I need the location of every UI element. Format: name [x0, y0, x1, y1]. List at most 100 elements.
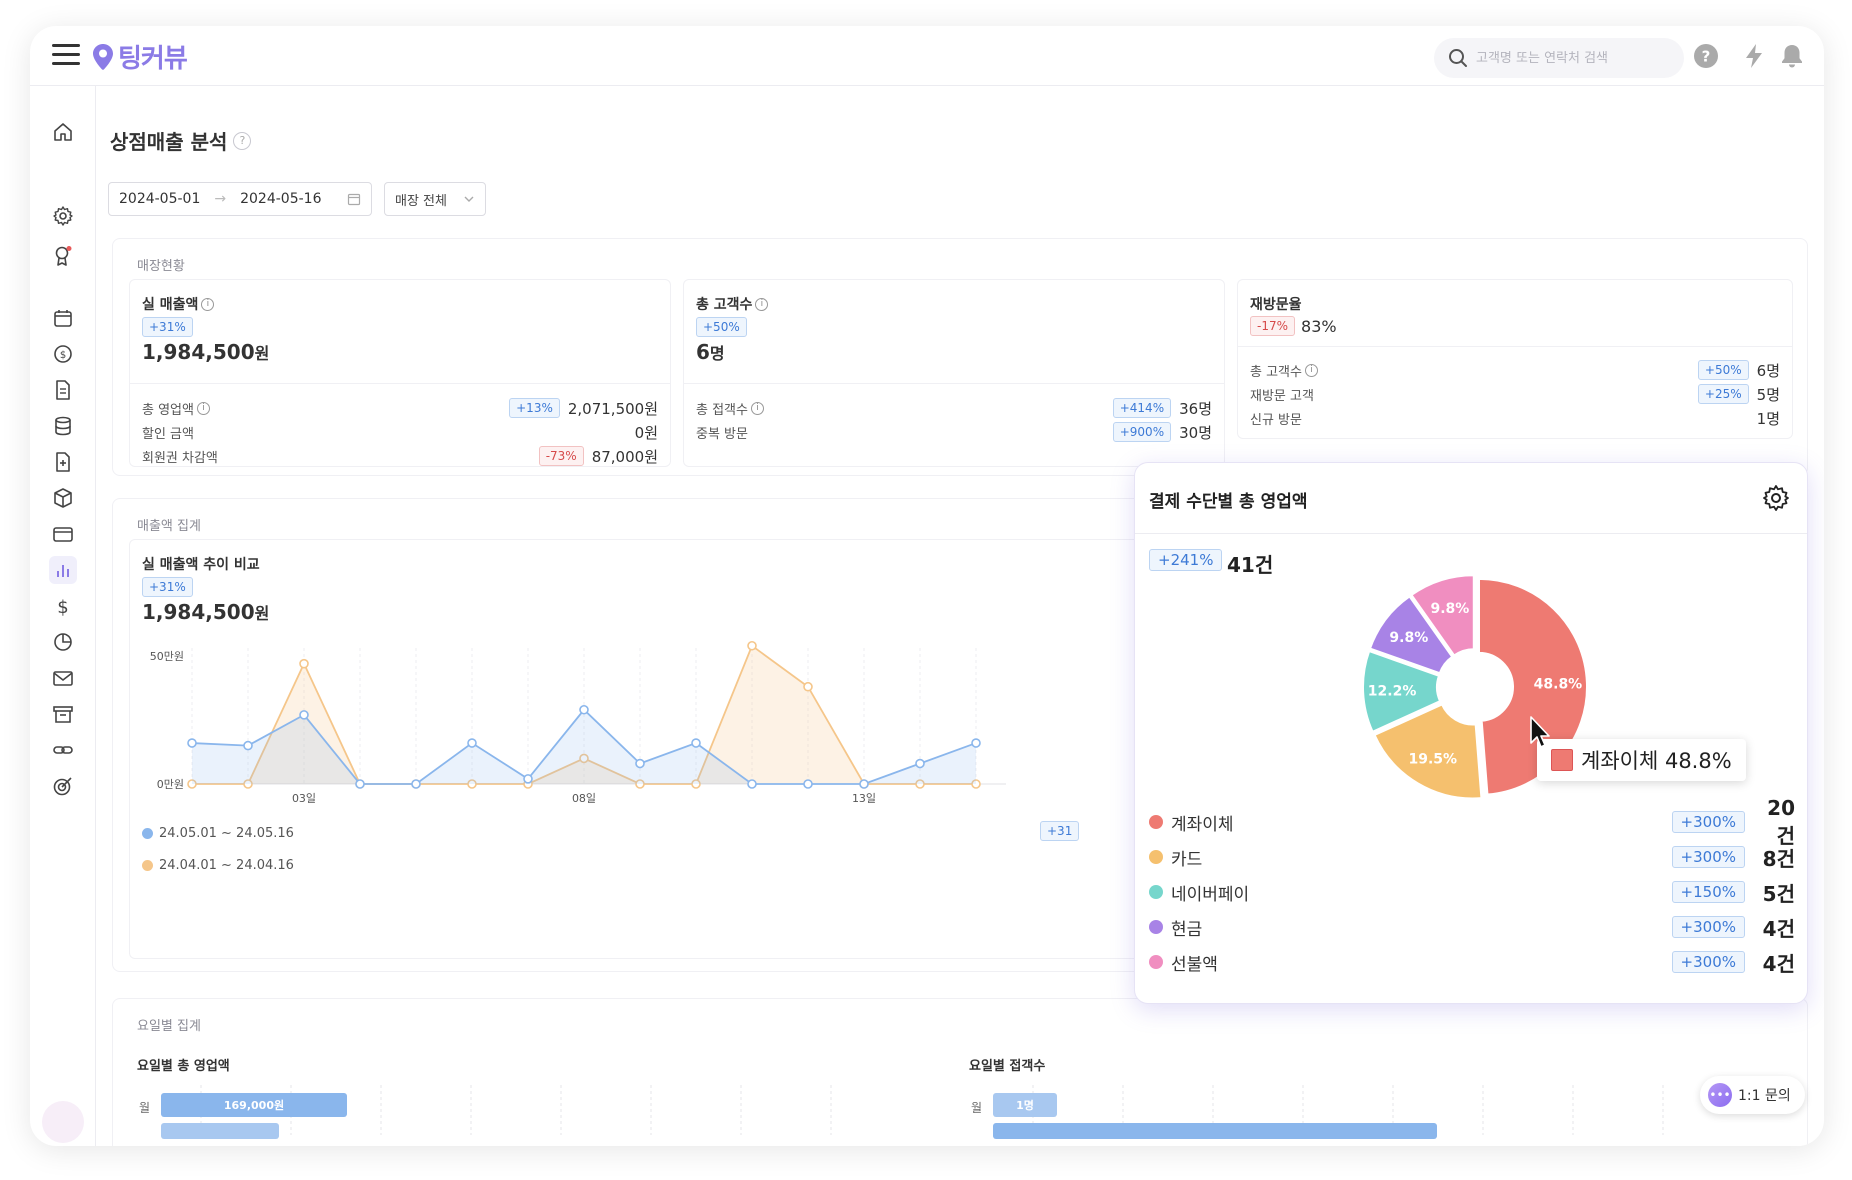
data-point[interactable]	[187, 738, 197, 748]
data-point[interactable]	[747, 779, 757, 789]
help-icon[interactable]: ?	[1692, 42, 1720, 70]
payment-row[interactable]: 계좌이체 +300% 20건	[1149, 796, 1795, 848]
info-icon[interactable]: i	[750, 401, 764, 415]
card-title: 실 매출액 추이 비교	[142, 557, 260, 573]
store-status-section: 매장현황 실 매출액 i +31% 1,984,500원 총 영업액 i +13% 2,…	[112, 238, 1808, 476]
data-point[interactable]	[971, 738, 981, 748]
hidden-change-badge: +31	[1040, 821, 1080, 841]
document-icon[interactable]	[49, 376, 77, 404]
data-point[interactable]	[355, 779, 365, 789]
popup-total-count: 41건	[1227, 553, 1274, 577]
data-point[interactable]	[635, 758, 645, 769]
database-icon[interactable]	[49, 412, 77, 440]
stat-row: 총 접객수 i +414% 36명	[696, 398, 1212, 418]
mouse-cursor-icon	[1530, 716, 1550, 748]
change-badge: +31%	[142, 317, 193, 337]
gear-icon[interactable]	[1761, 483, 1791, 513]
help-circle-icon[interactable]: ?	[233, 131, 252, 150]
data-point[interactable]	[803, 681, 813, 692]
legend-dot	[1149, 920, 1163, 934]
x-tick-label: 03일	[292, 791, 316, 805]
legend-item[interactable]: 24.05.01 ~ 24.05.16	[142, 826, 294, 841]
calendar-icon[interactable]	[347, 192, 361, 206]
svg-text:$: $	[57, 597, 68, 617]
slice-label: 9.8%	[1430, 601, 1469, 617]
date-start[interactable]: 2024-05-01	[119, 191, 200, 207]
data-point[interactable]	[915, 758, 925, 769]
info-icon[interactable]: i	[196, 401, 210, 415]
legend-dot	[1149, 885, 1163, 899]
target-icon[interactable]	[49, 772, 77, 800]
payment-method-popup: 결제 수단별 총 영업액 +241% 41건 48.8% 19.5% 12.2% 9.…	[1134, 462, 1808, 1004]
data-point[interactable]	[523, 774, 533, 784]
calendar-icon[interactable]	[49, 304, 77, 332]
payment-row[interactable]: 선불액 +300% 4건	[1149, 947, 1795, 977]
weekday-sales-bar-2[interactable]	[161, 1123, 279, 1139]
logo-pin-icon	[93, 43, 113, 70]
logo[interactable]: 팅커뷰	[92, 38, 188, 75]
coin-icon[interactable]: $	[49, 340, 77, 368]
x-tick-label: 13일	[852, 791, 876, 805]
data-point[interactable]	[467, 738, 477, 748]
home-icon[interactable]	[49, 118, 77, 146]
bell-icon[interactable]	[1778, 42, 1806, 70]
search-box[interactable]	[1434, 38, 1684, 78]
search-input[interactable]	[1476, 50, 1666, 66]
avatar[interactable]	[42, 1101, 84, 1143]
data-point[interactable]	[243, 740, 253, 751]
data-point[interactable]	[691, 738, 701, 748]
file-plus-icon[interactable]	[49, 448, 77, 476]
data-point[interactable]	[803, 779, 813, 789]
info-icon[interactable]: i	[755, 297, 769, 311]
customers-value: 6명	[696, 340, 725, 364]
card-title: 총 고객수 i	[696, 294, 769, 314]
weekday-visits-bar-2[interactable]	[993, 1123, 1437, 1139]
payment-row[interactable]: 네이버페이 +150% 5건	[1149, 877, 1795, 907]
box-icon[interactable]	[49, 484, 77, 512]
app-window: 팅커뷰 ? $ $ 상점매출 분석 ?	[30, 26, 1824, 1146]
card-icon[interactable]	[49, 520, 77, 548]
weekday-sales-bar[interactable]: 169,000원	[161, 1093, 347, 1117]
svg-text:$: $	[60, 350, 66, 361]
revisit-card: 재방문율 -17% 83% 총 고객수 i +50% 6명 재방문 고객 +25% 5명 …	[1237, 279, 1793, 439]
store-select[interactable]: 매장 전체	[384, 182, 486, 216]
date-end[interactable]: 2024-05-16	[240, 191, 321, 207]
payment-row[interactable]: 현금 +300% 4건	[1149, 912, 1795, 942]
data-point[interactable]	[299, 710, 309, 720]
link-icon[interactable]	[49, 736, 77, 764]
legend-item[interactable]: 24.04.01 ~ 24.04.16	[142, 858, 294, 873]
section-label: 요일별 집계	[137, 1019, 201, 1034]
stat-row: 중복 방문 +900% 30명	[696, 422, 1212, 442]
data-point[interactable]	[747, 640, 757, 651]
arrow-right-icon: →	[214, 191, 227, 207]
tooltip-swatch	[1551, 749, 1573, 771]
gear-icon[interactable]	[49, 202, 77, 230]
bar-chart-icon[interactable]	[49, 556, 77, 584]
hamburger-menu-icon[interactable]	[52, 44, 80, 66]
data-point[interactable]	[299, 658, 309, 669]
weekday-sales-title: 요일별 총 영업액	[137, 1059, 230, 1074]
mail-icon[interactable]	[49, 664, 77, 692]
dollar-icon[interactable]: $	[49, 592, 77, 620]
lightning-icon[interactable]	[1740, 42, 1768, 70]
svg-text:?: ?	[1702, 48, 1711, 66]
stat-row: 회원권 차감액 -73% 87,000원	[142, 446, 658, 466]
archive-icon[interactable]	[49, 700, 77, 728]
chevron-down-icon	[464, 196, 474, 202]
inquiry-button[interactable]: ••• 1:1 문의	[1700, 1076, 1805, 1114]
sales-card: 실 매출액 i +31% 1,984,500원 총 영업액 i +13% 2,071,5…	[129, 279, 671, 467]
search-icon	[1449, 49, 1467, 67]
pie-chart-icon[interactable]	[49, 628, 77, 656]
data-point[interactable]	[579, 704, 589, 715]
payment-row[interactable]: 카드 +300% 8건	[1149, 842, 1795, 872]
legend-dot	[1149, 815, 1163, 829]
award-icon[interactable]	[49, 242, 77, 270]
info-icon[interactable]: i	[201, 297, 215, 311]
weekday-visits-bar[interactable]: 1명	[993, 1093, 1057, 1117]
info-icon[interactable]: i	[1304, 363, 1318, 377]
sidebar: $ $	[30, 86, 96, 1146]
data-point[interactable]	[411, 779, 421, 789]
chat-icon: •••	[1708, 1083, 1732, 1107]
date-range-picker[interactable]: 2024-05-01 → 2024-05-16	[108, 182, 372, 216]
data-point[interactable]	[859, 779, 869, 789]
